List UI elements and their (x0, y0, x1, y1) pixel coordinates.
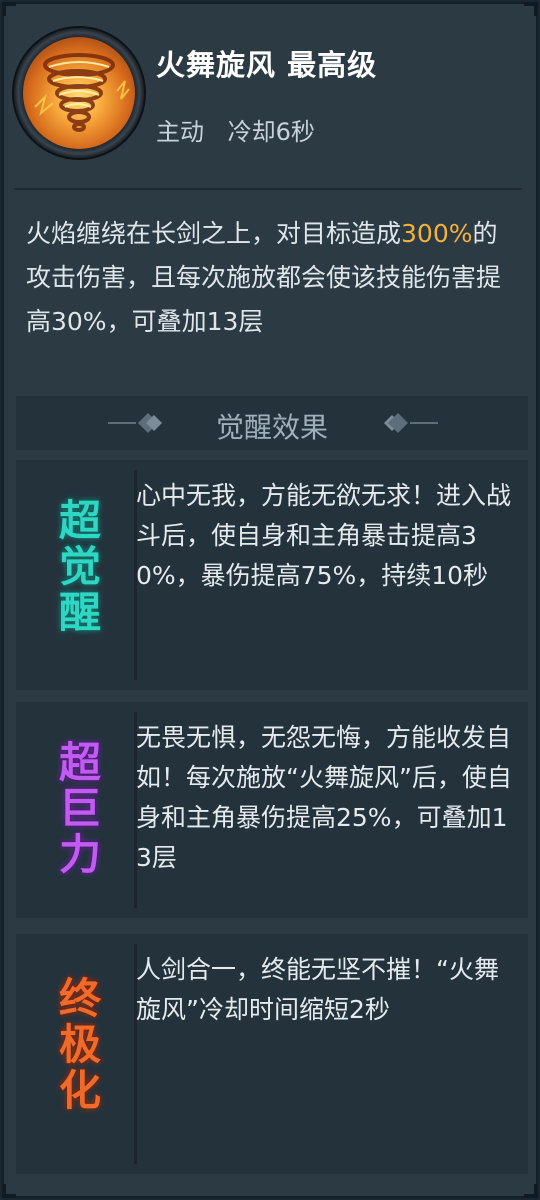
header-divider (14, 188, 522, 190)
awaken-card-super-power: 超 巨 力 无畏无惧，无怨无悔，方能收发自如！每次施放“火舞旋风”后，使自身和主… (16, 702, 528, 918)
skill-name: 火舞旋风 最高级 (156, 48, 378, 82)
awaken-effect-text: 人剑合一，终能无坚不摧！“火舞旋风”冷却时间缩短2秒 (136, 955, 499, 1024)
awaken-title: 觉醒效果 (215, 411, 328, 444)
skill-description: 火焰缠绕在长剑之上，对目标造成300%的攻击伤害，且每次施放都会使该技能伤害提高… (26, 212, 516, 344)
awaken-card-ultimate: 终 极 化 人剑合一，终能无坚不摧！“火舞旋风”冷却时间缩短2秒 (16, 934, 528, 1174)
ornament-right-icon (384, 413, 438, 433)
ultimate-badge-icon: 终 极 化 (58, 974, 101, 1115)
skill-header: 火舞旋风 最高级 主动 冷却6秒 (0, 0, 540, 188)
awaken-section-header: 觉醒效果 (16, 396, 528, 450)
super-awaken-badge-icon: 超 觉 醒 (58, 496, 101, 637)
frame-corner (524, 1184, 538, 1198)
skill-meta: 主动 冷却6秒 (156, 112, 331, 147)
awaken-effect-text: 心中无我，方能无欲无求！进入战斗后，使自身和主角暴击提高30%，暴伤提高75%，… (136, 481, 512, 590)
description-text: 火焰缠绕在长剑之上，对目标造成 (26, 219, 402, 248)
awaken-effect-text: 无畏无惧，无怨无悔，方能收发自如！每次施放“火舞旋风”后，使自身和主角暴伤提高2… (136, 723, 512, 872)
skill-type: 主动 (156, 118, 204, 146)
frame-corner (2, 1184, 16, 1198)
fire-tornado-icon (23, 37, 135, 149)
skill-cooldown: 冷却6秒 (227, 118, 315, 146)
awaken-card-super-awaken: 超 觉 醒 心中无我，方能无欲无求！进入战斗后，使自身和主角暴击提高30%，暴伤… (16, 460, 528, 690)
super-power-badge-icon: 超 巨 力 (58, 738, 101, 879)
damage-highlight: 300% (401, 219, 473, 248)
